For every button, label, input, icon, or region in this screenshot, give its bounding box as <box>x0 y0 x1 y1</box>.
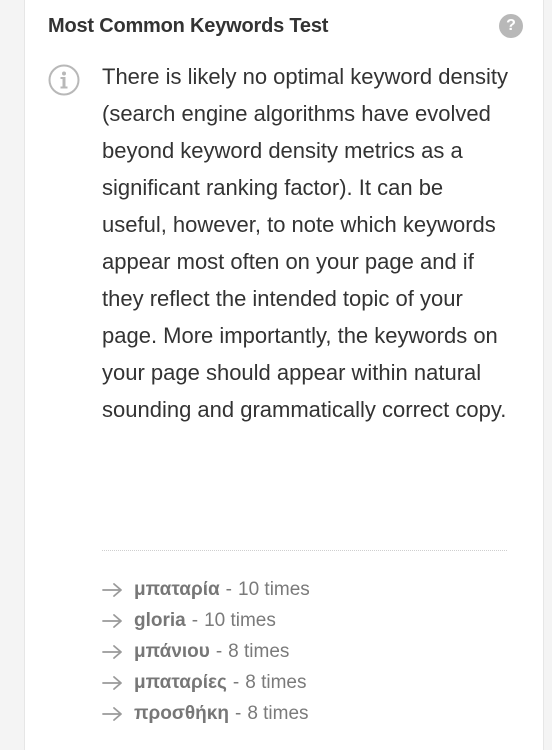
keyword-item: gloria -10 times <box>102 605 310 636</box>
keyword-separator: - <box>191 609 199 631</box>
keywords-test-card: Most Common Keywords Test ? There is lik… <box>24 0 544 750</box>
keyword-count: 8 times <box>245 671 307 693</box>
keyword-text: μπαταρίες <box>134 671 227 693</box>
card-title: Most Common Keywords Test <box>48 14 329 37</box>
arrow-right-icon <box>102 675 122 690</box>
help-icon[interactable]: ? <box>499 14 523 38</box>
keyword-separator: - <box>234 702 242 724</box>
keyword-text: μπάνιου <box>134 640 210 662</box>
keyword-item: μπαταρίες -8 times <box>102 667 310 698</box>
keyword-separator: - <box>232 671 240 693</box>
divider <box>102 550 507 551</box>
keyword-count: 10 times <box>238 578 310 600</box>
keyword-list: μπαταρία -10 times gloria -10 times μπάνιου -… <box>102 574 310 729</box>
keyword-item: μπάνιου -8 times <box>102 636 310 667</box>
info-icon <box>48 64 80 96</box>
keyword-text: μπαταρία <box>134 578 220 600</box>
keyword-text: gloria <box>134 609 186 631</box>
arrow-right-icon <box>102 706 122 721</box>
keyword-item: προσθήκη -8 times <box>102 698 310 729</box>
arrow-right-icon <box>102 644 122 659</box>
keyword-text: προσθήκη <box>134 702 229 724</box>
arrow-right-icon <box>102 582 122 597</box>
keyword-count: 8 times <box>247 702 309 724</box>
keyword-count: 8 times <box>228 640 290 662</box>
arrow-right-icon <box>102 613 122 628</box>
keyword-separator: - <box>225 578 232 600</box>
keyword-item: μπαταρία -10 times <box>102 574 310 605</box>
test-description: There is likely no optimal keyword densi… <box>102 64 508 422</box>
keyword-separator: - <box>215 640 223 662</box>
keyword-count: 10 times <box>204 609 276 631</box>
card-header: Most Common Keywords Test ? <box>48 12 523 40</box>
